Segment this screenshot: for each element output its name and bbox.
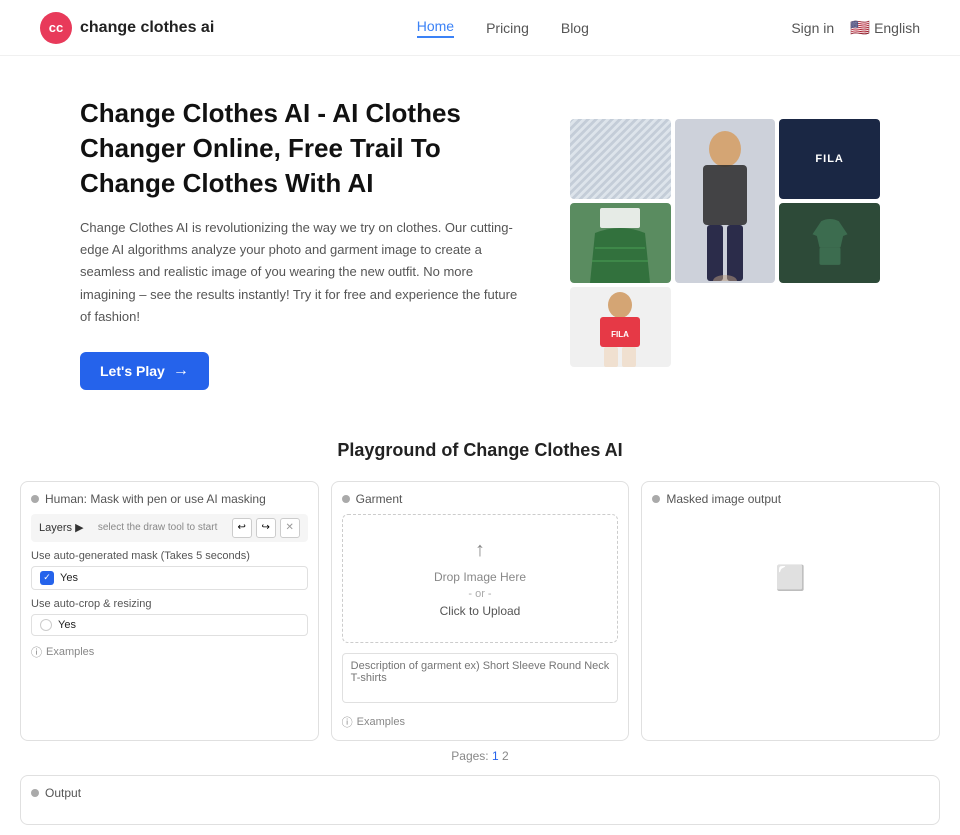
language-selector[interactable]: 🇺🇸 English	[850, 18, 920, 38]
output-dot	[31, 789, 39, 797]
playground-section: Playground of Change Clothes AI Human: M…	[0, 420, 960, 835]
layers-label: Layers ▶	[39, 521, 84, 534]
cta-button[interactable]: Let's Play →	[80, 352, 209, 390]
hero-text: Change Clothes AI - AI Clothes Changer O…	[80, 96, 530, 390]
masked-panel-header: Masked image output	[652, 492, 929, 506]
hero-image-woman-main	[675, 119, 776, 283]
output-panel-header: Output	[31, 786, 929, 800]
upload-or: - or -	[468, 588, 491, 600]
human-toolbar: Layers ▶ select the draw tool to start ↩…	[31, 514, 308, 542]
garment-description-input[interactable]	[342, 653, 619, 703]
upload-label: Drop Image Here	[434, 570, 526, 584]
logo-icon: cc	[40, 12, 72, 44]
nav-right: Sign in 🇺🇸 English	[791, 18, 920, 38]
hero-title: Change Clothes AI - AI Clothes Changer O…	[80, 96, 530, 201]
nav-pricing[interactable]: Pricing	[486, 20, 529, 36]
nav-home[interactable]: Home	[417, 18, 454, 38]
garment-panel-header: Garment	[342, 492, 619, 506]
page-2[interactable]: 2	[502, 749, 509, 763]
layers-button[interactable]: Layers ▶	[39, 521, 84, 534]
masked-panel: Masked image output ⬜	[641, 481, 940, 741]
masked-header-label: Masked image output	[666, 492, 781, 506]
redo-button[interactable]: ↪	[256, 518, 276, 538]
hero-images: FILA FILA	[570, 119, 880, 367]
info-icon: ⓘ	[31, 644, 42, 660]
undo-button[interactable]: ↩	[232, 518, 252, 538]
human-panel: Human: Mask with pen or use AI masking L…	[20, 481, 319, 741]
auto-mask-label: Use auto-generated mask (Takes 5 seconds…	[31, 550, 308, 562]
header-dot	[31, 495, 39, 503]
masked-image-area: ⬜	[652, 514, 929, 644]
cta-label: Let's Play	[100, 363, 165, 379]
nav-links: Home Pricing Blog	[417, 18, 589, 38]
garment-examples-label: Examples	[357, 716, 405, 728]
auto-mask-value: Yes	[60, 572, 78, 584]
upload-icon: ↑	[475, 539, 485, 562]
output-header-label: Output	[45, 786, 81, 800]
hero-image-fila-dark: FILA	[779, 119, 880, 199]
auto-crop-radio[interactable]	[40, 619, 52, 631]
human-header-label: Human: Mask with pen or use AI masking	[45, 492, 266, 506]
hero-section: Change Clothes AI - AI Clothes Changer O…	[0, 56, 960, 420]
language-label: English	[874, 20, 920, 36]
fila-label: FILA	[815, 153, 843, 165]
human-examples-label: Examples	[46, 646, 94, 658]
page-1[interactable]: 1	[492, 749, 499, 763]
auto-crop-option: Use auto-crop & resizing Yes	[31, 598, 308, 636]
garment-upload-area[interactable]: ↑ Drop Image Here - or - Click to Upload	[342, 514, 619, 643]
logo[interactable]: cc change clothes ai	[40, 12, 214, 44]
output-panel: Output	[20, 775, 940, 825]
navbar: cc change clothes ai Home Pricing Blog S…	[0, 0, 960, 56]
hero-image-woman-fila: FILA	[570, 287, 671, 367]
hero-image-green-sweater	[779, 203, 880, 283]
auto-crop-value: Yes	[58, 619, 76, 631]
garment-panel: Garment ↑ Drop Image Here - or - Click t…	[331, 481, 630, 741]
garment-dot	[342, 495, 350, 503]
auto-crop-label: Use auto-crop & resizing	[31, 598, 308, 610]
human-examples: ⓘ Examples	[31, 644, 308, 660]
brand-name: change clothes ai	[80, 19, 214, 37]
upload-click: Click to Upload	[440, 604, 521, 618]
auto-crop-radio-row[interactable]: Yes	[31, 614, 308, 636]
hero-description: Change Clothes AI is revolutionizing the…	[80, 217, 530, 327]
arrow-icon: →	[173, 362, 189, 380]
nav-blog[interactable]: Blog	[561, 20, 589, 36]
auto-mask-checkbox-row[interactable]: Yes	[31, 566, 308, 590]
toolbar-actions: ↩ ↪ ✕	[232, 518, 300, 538]
svg-text:FILA: FILA	[611, 330, 629, 339]
hero-image-shirt	[570, 119, 671, 199]
human-panel-header: Human: Mask with pen or use AI masking	[31, 492, 308, 506]
sign-in-link[interactable]: Sign in	[791, 20, 834, 36]
garment-examples: ⓘ Examples	[342, 714, 619, 730]
auto-mask-checkbox[interactable]	[40, 571, 54, 585]
toolbar-hint: select the draw tool to start	[98, 522, 218, 533]
auto-mask-option: Use auto-generated mask (Takes 5 seconds…	[31, 550, 308, 590]
flag-icon: 🇺🇸	[850, 18, 870, 38]
pages-label: Pages:	[451, 749, 488, 763]
hero-image-green-skirt	[570, 203, 671, 283]
playground-title: Playground of Change Clothes AI	[20, 440, 940, 461]
pages-row: Pages: 1 2	[20, 749, 940, 763]
garment-header-label: Garment	[356, 492, 403, 506]
masked-dot	[652, 495, 660, 503]
playground-grid: Human: Mask with pen or use AI masking L…	[20, 481, 940, 741]
garment-info-icon: ⓘ	[342, 714, 353, 730]
clear-button[interactable]: ✕	[280, 518, 300, 538]
masked-placeholder-icon: ⬜	[776, 564, 806, 593]
